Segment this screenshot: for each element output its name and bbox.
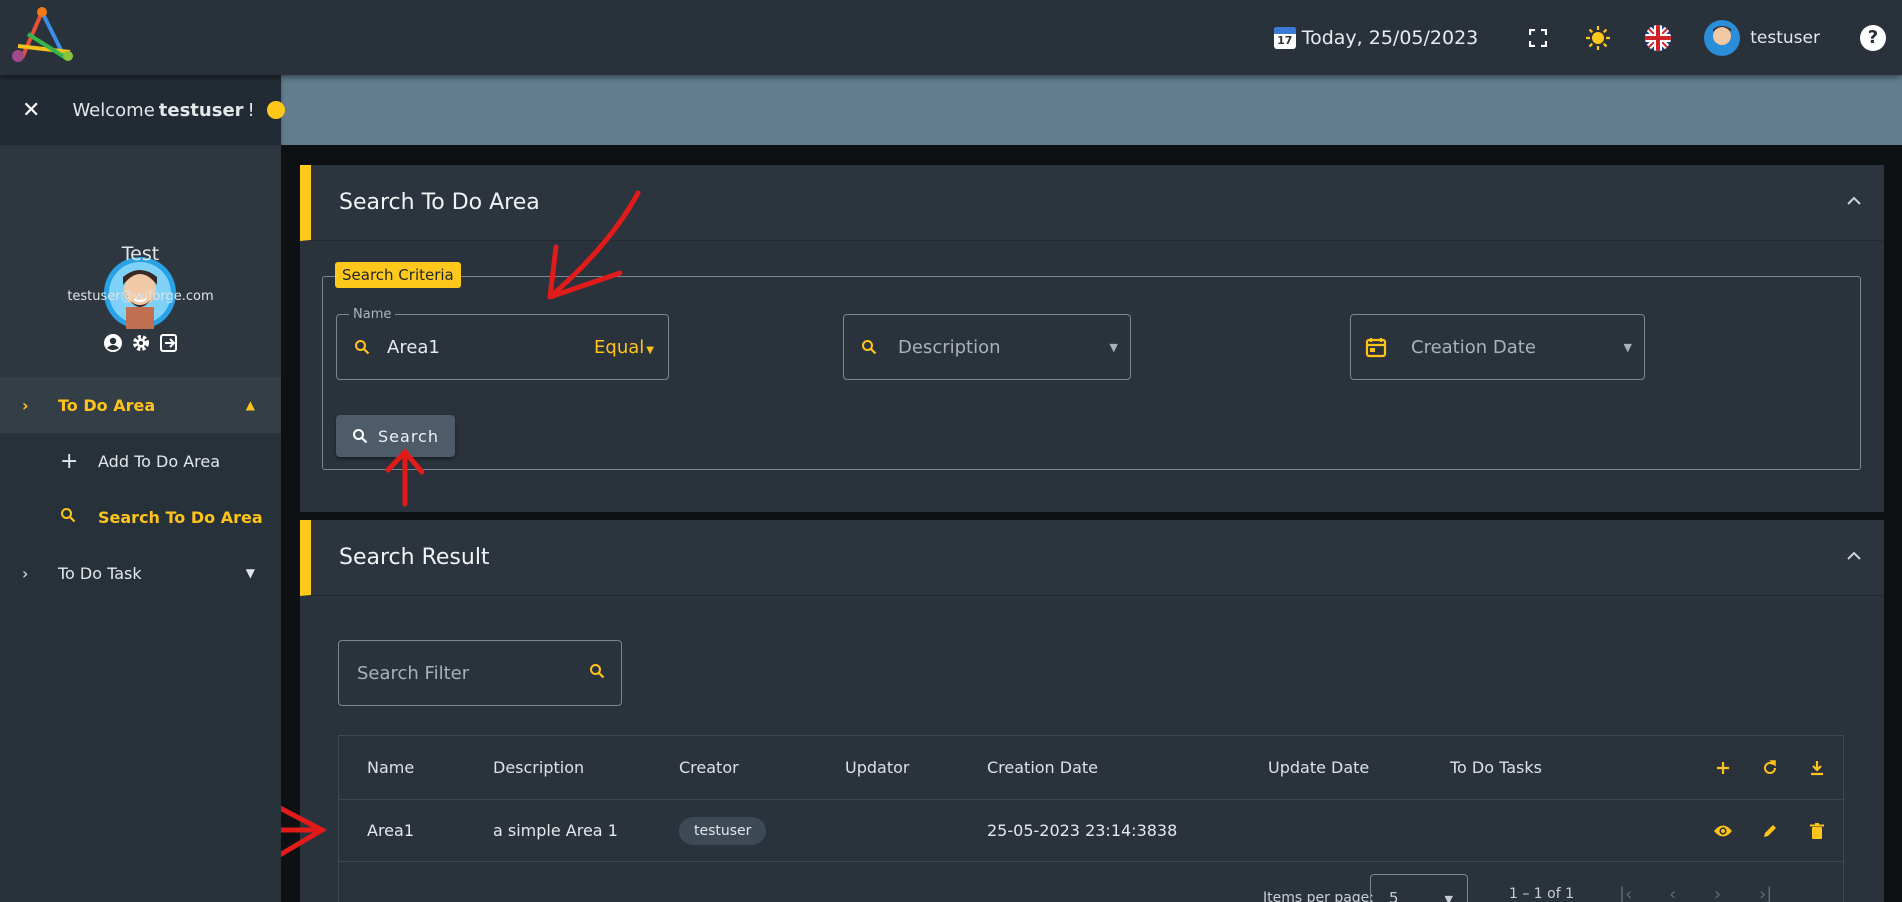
today-date: 17 Today, 25/05/2023	[1273, 26, 1479, 49]
previous-page-icon[interactable]: ‹	[1669, 884, 1676, 902]
creation-date-field[interactable]: Creation Date ▼	[1350, 314, 1645, 380]
chevron-down-icon[interactable]: ▼	[1624, 341, 1632, 354]
page-banner	[281, 75, 1902, 145]
table-row[interactable]: Area1 a simple Area 1 testuser 25-05-202…	[339, 800, 1843, 862]
search-icon	[844, 339, 894, 355]
search-panel-title: Search To Do Area	[339, 190, 540, 215]
search-icon	[589, 663, 605, 684]
row-name: Area1	[367, 821, 414, 840]
profile-actions	[0, 333, 281, 353]
name-field-label: Name	[349, 307, 396, 322]
user-menu[interactable]: testuser	[1704, 19, 1820, 56]
download-icon[interactable]	[1803, 754, 1831, 782]
search-icon	[353, 429, 368, 444]
last-page-icon[interactable]: ›|	[1759, 884, 1772, 902]
today-date-label: Today, 25/05/2023	[1301, 26, 1479, 49]
welcome-username: testuser	[158, 99, 244, 121]
paginator: Items per page: 5 ▼ 1 – 1 of 1 |‹ ‹ › ›|	[339, 862, 1843, 902]
search-icon	[60, 507, 98, 527]
sidebar-item-search-to-do-area[interactable]: Search To Do Area	[0, 489, 281, 545]
column-header-creation-date[interactable]: Creation Date	[987, 758, 1098, 777]
first-page-icon[interactable]: |‹	[1619, 884, 1632, 902]
row-creation-date: 25-05-2023 23:14:3838	[987, 821, 1178, 840]
search-icon	[337, 339, 387, 355]
column-header-name[interactable]: Name	[367, 758, 414, 777]
items-per-page-select[interactable]: 5 ▼	[1370, 874, 1468, 902]
chevron-right-icon: ›	[22, 563, 29, 583]
edit-pencil-icon[interactable]	[1756, 817, 1784, 845]
search-filter-input[interactable]: Search Filter	[338, 640, 622, 706]
gear-icon[interactable]	[131, 333, 151, 353]
column-header-update-date[interactable]: Update Date	[1268, 758, 1369, 777]
name-operator-select[interactable]: Equal ▼	[594, 337, 654, 358]
calendar-icon: 17	[1273, 26, 1296, 49]
sidebar-header: ✕ Welcome testuser !	[0, 75, 286, 145]
fullscreen-icon[interactable]	[1524, 24, 1552, 52]
chevron-down-icon[interactable]: ▼	[1110, 341, 1118, 354]
name-input[interactable]: Area1	[387, 337, 440, 358]
items-per-page-label: Items per page:	[1263, 890, 1375, 902]
result-panel: Search Result Search Filter Name Descrip…	[300, 520, 1884, 902]
caret-up-icon: ▲	[245, 398, 255, 412]
profile-card: Test testuser@wiforge.com	[0, 145, 281, 377]
delete-trash-icon[interactable]	[1803, 817, 1831, 845]
search-panel-header[interactable]: Search To Do Area	[300, 165, 1884, 241]
next-page-icon[interactable]: ›	[1714, 884, 1721, 902]
theme-sun-icon[interactable]	[1584, 24, 1612, 52]
column-header-updator[interactable]: Updator	[845, 758, 909, 777]
sidebar-menu: › To Do Area ▲ + Add To Do Area Search T…	[0, 377, 281, 601]
name-field[interactable]: Name Area1 Equal ▼	[336, 307, 669, 380]
chevron-down-icon: ▼	[1444, 893, 1453, 902]
sidebar: ✕ Welcome testuser ! Test testuser@wifor…	[0, 75, 286, 902]
caret-down-icon: ▼	[245, 566, 255, 580]
calendar-icon[interactable]	[1351, 336, 1401, 358]
description-input[interactable]: Description	[898, 337, 1001, 358]
plus-icon: +	[60, 448, 79, 474]
sidebar-item-to-do-task[interactable]: › To Do Task ▼	[0, 545, 281, 601]
collapse-up-icon[interactable]	[1846, 191, 1862, 210]
collapse-up-icon[interactable]	[1846, 546, 1862, 565]
page-range: 1 – 1 of 1	[1509, 886, 1575, 902]
app-logo[interactable]	[8, 6, 76, 66]
uk-flag-icon[interactable]	[1644, 24, 1672, 52]
top-bar: 17 Today, 25/05/2023 testuser ?	[0, 0, 1902, 75]
search-criteria-legend: Search Criteria	[335, 262, 461, 288]
view-eye-icon[interactable]	[1709, 817, 1737, 845]
creator-chip: testuser	[679, 816, 767, 845]
column-header-to-do-tasks[interactable]: To Do Tasks	[1450, 758, 1542, 777]
results-table: Name Description Creator Updator Creatio…	[338, 735, 1844, 902]
chevron-right-icon: ›	[22, 395, 29, 415]
help-icon[interactable]: ?	[1860, 24, 1886, 51]
account-circle-icon[interactable]	[103, 333, 123, 353]
username-label: testuser	[1750, 27, 1820, 48]
creation-date-input[interactable]: Creation Date	[1411, 337, 1536, 358]
search-panel: Search To Do Area Search Criteria Name A…	[300, 165, 1884, 512]
column-header-description[interactable]: Description	[493, 758, 584, 777]
result-panel-header[interactable]: Search Result	[300, 520, 1884, 596]
description-field[interactable]: Description ▼	[843, 314, 1131, 380]
table-header: Name Description Creator Updator Creatio…	[339, 736, 1843, 800]
sidebar-item-add-to-do-area[interactable]: + Add To Do Area	[0, 433, 281, 489]
logout-icon[interactable]	[159, 333, 179, 353]
close-icon[interactable]: ✕	[22, 98, 40, 123]
sidebar-toggle[interactable]	[266, 101, 286, 119]
profile-name: Test	[121, 243, 160, 265]
avatar	[1704, 19, 1741, 56]
add-icon[interactable]	[1709, 754, 1737, 782]
search-button[interactable]: Search	[336, 415, 455, 457]
result-panel-title: Search Result	[339, 545, 490, 570]
row-description: a simple Area 1	[493, 821, 618, 840]
sidebar-item-to-do-area[interactable]: › To Do Area ▲	[0, 377, 281, 433]
refresh-icon[interactable]	[1756, 754, 1784, 782]
profile-email: testuser@wiforge.com	[67, 289, 214, 304]
column-header-creator[interactable]: Creator	[679, 758, 739, 777]
